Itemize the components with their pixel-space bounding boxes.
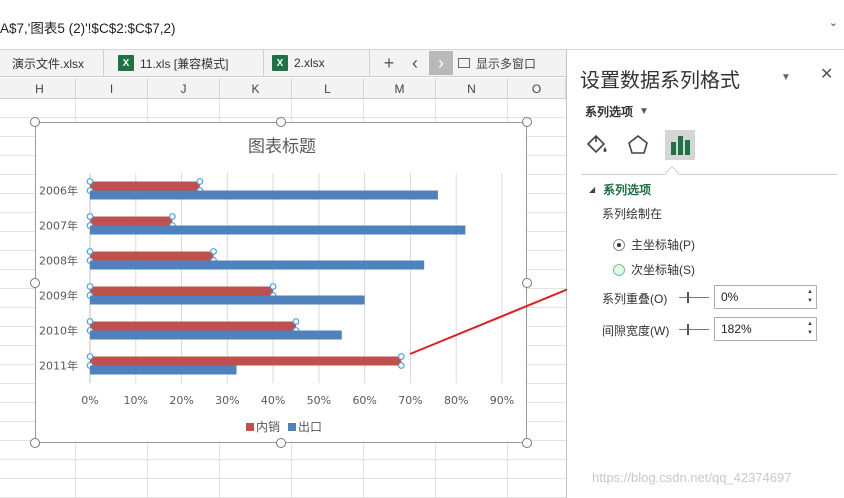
divider-notch <box>664 165 680 181</box>
primary-axis-option[interactable]: 主坐标轴(P) <box>613 236 695 253</box>
fill-line-tab[interactable] <box>581 130 611 160</box>
series-overlap-value: 0% <box>721 290 739 304</box>
gap-width-label: 间隙宽度(W) <box>602 324 670 338</box>
watermark-text: https://blog.csdn.net/qq_42374697 <box>592 470 792 485</box>
format-data-series-pane: 设置数据系列格式 ▼ ✕ 系列选项 ▼ ◢ 系列选项 系列绘制在 主坐标轴(P)… <box>567 50 844 498</box>
pane-options-dropdown[interactable]: ▼ <box>781 72 791 83</box>
secondary-axis-option[interactable]: 次坐标轴(S) <box>613 261 695 278</box>
section-series-options[interactable]: ◢ 系列选项 <box>589 181 651 198</box>
bar-chart-icon <box>671 136 690 155</box>
chevron-down-icon: ▼ <box>639 106 649 117</box>
series-options-dropdown[interactable]: 系列选项 ▼ <box>585 103 649 120</box>
spin-arrows[interactable]: ▲ ▼ <box>807 288 813 306</box>
series-overlap-slider[interactable] <box>679 292 709 303</box>
collapse-triangle-icon: ◢ <box>589 185 596 194</box>
primary-axis-label: 主坐标轴(P) <box>631 238 695 252</box>
radio-button[interactable] <box>613 263 625 276</box>
excel-window: A$7,'图表5 (2)'!$C$2:$C$7,2) ⌄ 演示文件.xlsx X… <box>0 0 844 498</box>
section-title: 系列选项 <box>603 183 652 197</box>
spin-arrows[interactable]: ▲ ▼ <box>807 320 813 338</box>
gap-width-value: 182% <box>721 322 752 336</box>
series-overlap-input[interactable]: 0% ▲ ▼ <box>714 285 817 309</box>
series-options-tab[interactable] <box>665 130 695 160</box>
secondary-axis-label: 次坐标轴(S) <box>631 263 695 277</box>
series-overlap-label: 系列重叠(O) <box>602 292 668 306</box>
radio-button[interactable] <box>613 238 625 251</box>
series-overlap-row: 系列重叠(O) <box>602 290 667 307</box>
divider <box>581 174 837 175</box>
pentagon-icon <box>628 134 648 154</box>
gap-width-input[interactable]: 182% ▲ ▼ <box>714 317 817 341</box>
close-pane-button[interactable]: ✕ <box>820 64 833 84</box>
plot-series-on-label: 系列绘制在 <box>602 207 663 221</box>
effects-tab[interactable] <box>623 130 653 160</box>
pane-title: 设置数据系列格式 <box>580 70 740 92</box>
paint-bucket-icon <box>586 134 607 154</box>
format-category-tabs <box>581 130 695 160</box>
gap-width-row: 间隙宽度(W) <box>602 322 669 339</box>
gap-width-slider[interactable] <box>679 324 709 335</box>
series-options-menu-label: 系列选项 <box>585 105 634 119</box>
